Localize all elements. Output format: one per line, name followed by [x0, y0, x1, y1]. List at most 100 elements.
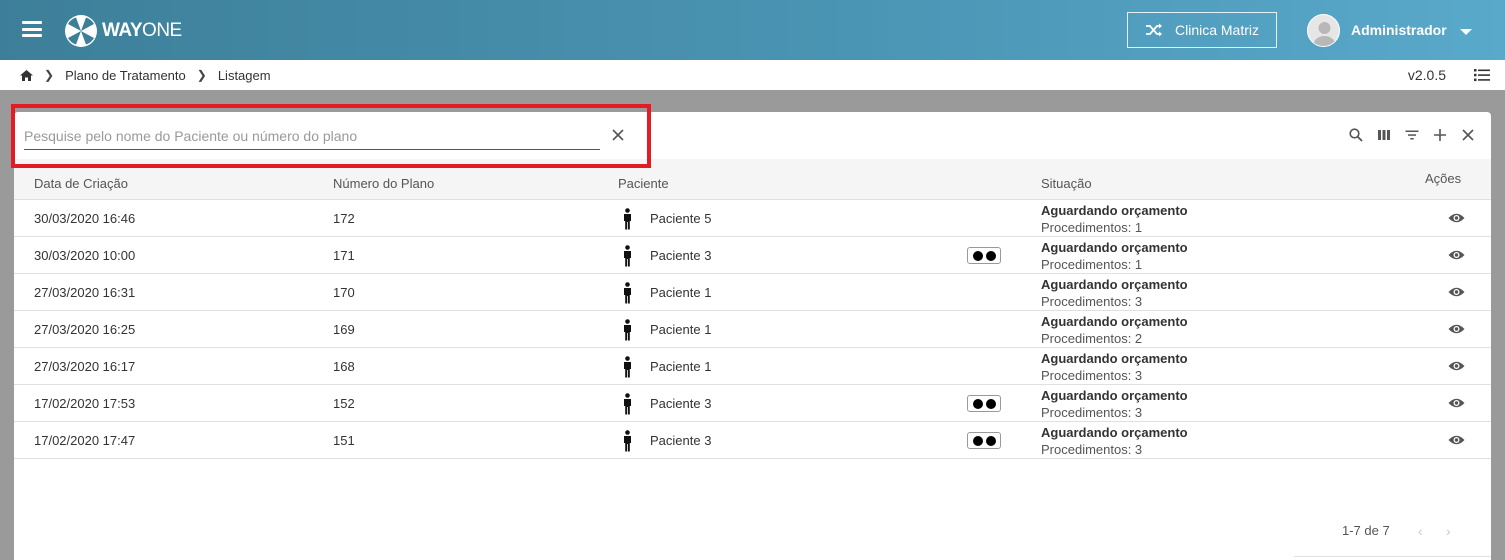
- toolbar: [1349, 128, 1475, 142]
- user-menu[interactable]: Administrador: [1307, 13, 1472, 47]
- view-eye-icon[interactable]: [1448, 286, 1465, 298]
- list-icon[interactable]: [1474, 68, 1490, 82]
- row-date: 27/03/2020 16:25: [34, 322, 136, 337]
- table-body: 30/03/2020 16:46 172 Paciente 5 Aguardando …: [14, 200, 1491, 459]
- pagination-range: 1-7 de 7: [1342, 523, 1390, 538]
- view-eye-icon[interactable]: [1448, 323, 1465, 335]
- row-procedures: Procedimentos: 3: [1041, 368, 1143, 383]
- row-date: 27/03/2020 16:17: [34, 359, 136, 374]
- divider: [1294, 556, 1491, 557]
- table-row[interactable]: 27/03/2020 16:25 169 Paciente 1 Aguardando …: [14, 311, 1491, 348]
- breadcrumb-item-listagem: Listagem: [217, 67, 271, 83]
- linked-badge-icon: [967, 247, 1001, 264]
- row-plan-number: 151: [333, 433, 355, 448]
- column-header-plan[interactable]: Número do Plano: [333, 176, 434, 191]
- row-procedures: Procedimentos: 3: [1041, 294, 1143, 309]
- logo-mark-icon: [65, 15, 97, 47]
- table-row[interactable]: 17/02/2020 17:47 151 Paciente 3 Aguardando …: [14, 422, 1491, 459]
- column-header-patient[interactable]: Paciente: [618, 176, 669, 191]
- column-header-date[interactable]: Data de Criação: [34, 176, 128, 191]
- row-date: 27/03/2020 16:31: [34, 285, 136, 300]
- row-plan-number: 168: [333, 359, 355, 374]
- row-date: 30/03/2020 16:46: [34, 211, 136, 226]
- row-status-label: Aguardando orçamento: [1041, 240, 1188, 255]
- search-input[interactable]: [24, 126, 600, 146]
- user-avatar-icon: [1313, 21, 1336, 46]
- row-procedures: Procedimentos: 3: [1041, 405, 1143, 420]
- row-patient-name[interactable]: Paciente 1: [650, 285, 711, 300]
- row-date: 17/02/2020 17:47: [34, 433, 136, 448]
- person-icon: [624, 208, 631, 230]
- row-status: Aguardando orçamento Procedimentos: 2: [1041, 313, 1188, 347]
- add-icon[interactable]: [1433, 128, 1447, 142]
- row-status: Aguardando orçamento Procedimentos: 3: [1041, 350, 1188, 384]
- view-eye-icon[interactable]: [1448, 212, 1465, 224]
- person-icon: [624, 356, 631, 378]
- row-status-label: Aguardando orçamento: [1041, 425, 1188, 440]
- row-status-label: Aguardando orçamento: [1041, 351, 1188, 366]
- avatar: [1307, 13, 1340, 47]
- row-procedures: Procedimentos: 2: [1041, 331, 1143, 346]
- table-row[interactable]: 30/03/2020 10:00 171 Paciente 3 Aguardando …: [14, 237, 1491, 274]
- row-status-label: Aguardando orçamento: [1041, 277, 1188, 292]
- table-row[interactable]: 27/03/2020 16:17 168 Paciente 1 Aguardando …: [14, 348, 1491, 385]
- close-icon[interactable]: [1461, 128, 1475, 142]
- filter-icon[interactable]: [1405, 128, 1419, 142]
- row-plan-number: 152: [333, 396, 355, 411]
- wayone-logo[interactable]: WAYONE: [64, 14, 182, 48]
- row-patient-name[interactable]: Paciente 5: [650, 211, 711, 226]
- table-row[interactable]: 27/03/2020 16:31 170 Paciente 1 Aguardando …: [14, 274, 1491, 311]
- row-patient-name[interactable]: Paciente 3: [650, 396, 711, 411]
- user-name: Administrador: [1351, 22, 1447, 38]
- person-icon: [624, 319, 631, 341]
- row-patient-name[interactable]: Paciente 1: [650, 359, 711, 374]
- row-status: Aguardando orçamento Procedimentos: 3: [1041, 276, 1188, 310]
- table-row[interactable]: 17/02/2020 17:53 152 Paciente 3 Aguardando …: [14, 385, 1491, 422]
- breadcrumb-item-plano[interactable]: Plano de Tratamento: [65, 68, 186, 83]
- row-date: 30/03/2020 10:00: [34, 248, 136, 263]
- row-procedures: Procedimentos: 3: [1041, 442, 1143, 457]
- clinic-label: Clinica Matriz: [1174, 22, 1259, 38]
- view-eye-icon[interactable]: [1448, 397, 1465, 409]
- chevron-right-icon: ❯: [196, 68, 207, 82]
- row-patient-name[interactable]: Paciente 1: [650, 322, 711, 337]
- row-status-label: Aguardando orçamento: [1041, 314, 1188, 329]
- view-eye-icon[interactable]: [1448, 360, 1465, 372]
- top-bar: WAYONE Clinica Matriz Administrador: [0, 0, 1505, 60]
- row-procedures: Procedimentos: 1: [1041, 257, 1143, 272]
- app-version: v2.0.5: [1407, 67, 1446, 83]
- row-plan-number: 170: [333, 285, 355, 300]
- shuffle-icon: [1145, 23, 1162, 37]
- person-icon: [624, 430, 631, 452]
- view-eye-icon[interactable]: [1448, 434, 1465, 446]
- linked-badge-icon: [967, 395, 1001, 412]
- person-icon: [624, 282, 631, 304]
- previous-page-icon[interactable]: ‹: [1418, 523, 1430, 539]
- close-icon[interactable]: [611, 128, 625, 142]
- row-plan-number: 171: [333, 248, 355, 263]
- row-status: Aguardando orçamento Procedimentos: 1: [1041, 239, 1188, 273]
- home-icon[interactable]: [20, 69, 33, 81]
- row-patient-name[interactable]: Paciente 3: [650, 248, 711, 263]
- next-page-icon[interactable]: ›: [1446, 523, 1458, 539]
- switch-clinic-button[interactable]: Clinica Matriz: [1127, 12, 1277, 48]
- column-header-status[interactable]: Situação: [1041, 176, 1092, 191]
- table-header: Data de Criação Número do Plano Paciente…: [14, 159, 1491, 200]
- row-date: 17/02/2020 17:53: [34, 396, 136, 411]
- logo-text: WAYONE: [102, 20, 182, 41]
- columns-icon[interactable]: [1377, 128, 1391, 142]
- view-eye-icon[interactable]: [1448, 249, 1465, 261]
- menu-icon[interactable]: [22, 21, 42, 37]
- row-status: Aguardando orçamento Procedimentos: 1: [1041, 202, 1188, 236]
- table-row[interactable]: 30/03/2020 16:46 172 Paciente 5 Aguardando …: [14, 200, 1491, 237]
- plans-card: Data de Criação Número do Plano Paciente…: [14, 112, 1491, 560]
- row-plan-number: 169: [333, 322, 355, 337]
- row-status: Aguardando orçamento Procedimentos: 3: [1041, 387, 1188, 421]
- person-icon: [624, 245, 631, 267]
- chevron-down-icon: [1459, 28, 1472, 35]
- person-icon: [624, 393, 631, 415]
- row-status-label: Aguardando orçamento: [1041, 388, 1188, 403]
- row-patient-name[interactable]: Paciente 3: [650, 433, 711, 448]
- search-icon[interactable]: [1349, 128, 1363, 142]
- column-header-actions: Ações: [1425, 171, 1462, 186]
